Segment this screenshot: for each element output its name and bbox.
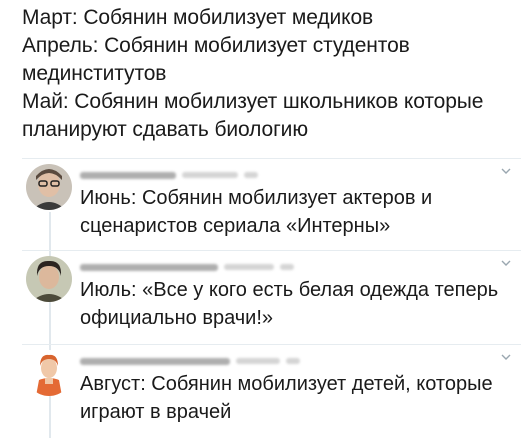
chevron-down-icon[interactable] xyxy=(499,166,513,176)
person-dark-hair-avatar xyxy=(26,256,72,302)
divider xyxy=(22,344,521,345)
reply-author-blurred xyxy=(80,170,258,180)
blurred-timestamp xyxy=(286,358,300,364)
tweet-line-march: Март: Собянин мобилизует медиков xyxy=(22,6,374,29)
chevron-down-icon[interactable] xyxy=(499,352,513,362)
tweet-line-may: Май: Собянин мобилизует школьников котор… xyxy=(22,90,484,141)
blurred-author-name xyxy=(80,357,230,365)
main-tweet-text: Март: Собянин мобилизует медиков Апрель:… xyxy=(22,4,522,144)
divider xyxy=(22,158,521,159)
divider xyxy=(22,250,521,251)
person-red-hair-avatar xyxy=(26,350,72,396)
blurred-author-handle xyxy=(182,172,238,178)
reply-text: Июль: «Все у кого есть белая одежда тепе… xyxy=(80,279,499,329)
chevron-down-icon[interactable] xyxy=(499,258,513,268)
tweet-line-april: Апрель: Собянин мобилизует студентов мед… xyxy=(22,34,410,85)
reply-june[interactable]: Июнь: Собянин мобилизует актеров и сцена… xyxy=(26,164,521,244)
reply-july[interactable]: Июль: «Все у кого есть белая одежда тепе… xyxy=(26,256,521,340)
person-with-glasses-avatar xyxy=(26,164,72,210)
reply-august[interactable]: Август: Собянин мобилизует детей, которы… xyxy=(26,350,521,440)
blurred-author-name xyxy=(80,171,176,179)
blurred-timestamp xyxy=(244,172,258,178)
blurred-author-handle xyxy=(224,264,274,270)
reply-author-blurred xyxy=(80,356,300,366)
reply-text: Август: Собянин мобилизует детей, которы… xyxy=(80,373,493,423)
blurred-author-handle xyxy=(236,358,280,364)
reply-author-blurred xyxy=(80,262,294,272)
blurred-author-name xyxy=(80,263,218,271)
reply-text: Июнь: Собянин мобилизует актеров и сцена… xyxy=(80,187,433,237)
avatar[interactable] xyxy=(26,350,72,396)
avatar[interactable] xyxy=(26,164,72,210)
avatar[interactable] xyxy=(26,256,72,302)
blurred-timestamp xyxy=(280,264,294,270)
